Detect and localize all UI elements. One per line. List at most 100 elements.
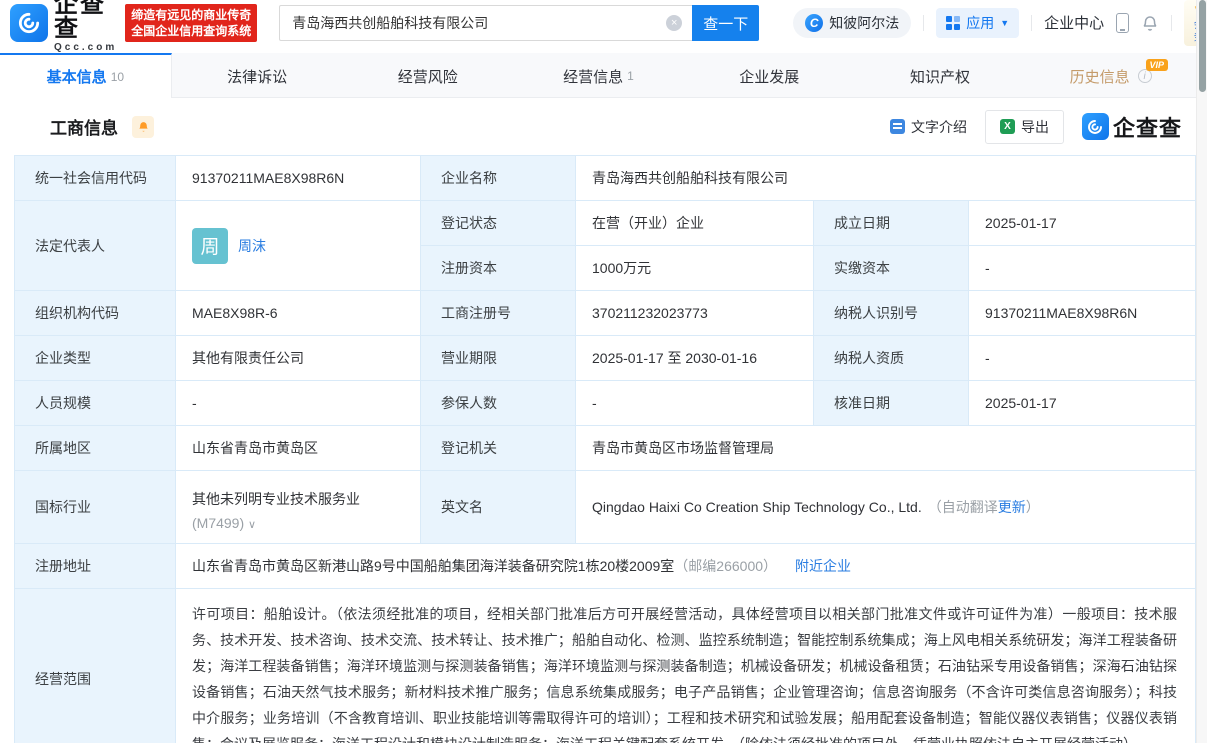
postal-code: （邮编266000） [674, 556, 777, 576]
search-box: × [279, 5, 692, 41]
tab-basic-info[interactable]: 基本信息 10 [0, 53, 172, 98]
address-cell: 山东省青岛市黄岛区新港山路9号中国船舶集团海洋装备研究院1栋20楼2009室 （… [176, 544, 1195, 589]
table-row: 所属地区 山东省青岛市黄岛区 登记机关 青岛市黄岛区市场监督管理局 [15, 426, 1195, 471]
tab-operation-info[interactable]: 经营信息 1 [513, 53, 684, 97]
taxpayer-qualification-value: - [969, 336, 1195, 381]
tab-label: 经营风险 [398, 66, 458, 87]
biz-reg-no-value: 370211232023773 [576, 291, 814, 336]
brand-slogan: 缔造有远见的商业传奇 全国企业信用查询系统 [125, 4, 257, 42]
translate-update-link[interactable]: 更新 [998, 497, 1026, 517]
field-label: 注册资本 [421, 246, 576, 291]
company-type-value: 其他有限责任公司 [176, 336, 421, 381]
section-header: 工商信息 文字介绍 X 导出 企查查 [0, 98, 1196, 155]
tab-count: 10 [111, 70, 124, 84]
field-label: 英文名 [421, 471, 576, 544]
qcc-company-page: 企查查 Qcc.com 缔造有远见的商业传奇 全国企业信用查询系统 × 查一下 … [0, 0, 1196, 743]
insured-count-value: - [576, 381, 814, 426]
establish-date-value: 2025-01-17 [969, 201, 1195, 246]
export-button[interactable]: X 导出 [985, 110, 1064, 144]
qcc-watermark: 企查查 [1082, 111, 1182, 143]
field-label: 法定代表人 [15, 201, 176, 291]
tab-label: 企业发展 [739, 66, 799, 87]
top-right-nav: C 知彼阿尔法 应用 ▼ 企业中心 ♛ SVIP [793, 0, 1207, 45]
english-name-value: Qingdao Haixi Co Creation Ship Technolog… [592, 499, 922, 515]
top-bar: 企查查 Qcc.com 缔造有远见的商业传奇 全国企业信用查询系统 × 查一下 … [0, 0, 1196, 46]
legal-rep-link[interactable]: 周沫 [238, 236, 266, 256]
brand-name: 企查查 [54, 0, 117, 41]
divider [923, 15, 924, 31]
export-label: 导出 [1021, 117, 1049, 137]
table-row: 人员规模 - 参保人数 - 核准日期 2025-01-17 [15, 381, 1195, 426]
org-code-value: MAE8X98R-6 [176, 291, 421, 336]
excel-icon: X [1000, 119, 1015, 134]
field-label: 纳税人资质 [814, 336, 969, 381]
tab-intellectual-property[interactable]: 知识产权 [855, 53, 1026, 97]
mobile-app-icon[interactable] [1116, 13, 1129, 33]
approval-date-value: 2025-01-17 [969, 381, 1195, 426]
table-row: 经营范围 许可项目：船舶设计。（依法须经批准的项目，经相关部门批准后方可开展经营… [15, 589, 1195, 743]
divider [1171, 15, 1172, 31]
english-name-cell: Qingdao Haixi Co Creation Ship Technolog… [576, 471, 1195, 544]
apps-grid-icon [946, 16, 960, 30]
industry-code: (M7499) [192, 515, 244, 531]
tab-label: 基本信息 [47, 66, 107, 87]
table-row: 注册资本 1000万元 实缴资本 - [421, 246, 1195, 291]
business-scope-value: 许可项目：船舶设计。（依法须经批准的项目，经相关部门批准后方可开展经营活动，具体… [176, 589, 1195, 743]
business-info-table: 统一社会信用代码 91370211MAE8X98R6N 企业名称 青岛海西共创船… [14, 155, 1196, 743]
field-label: 企业名称 [421, 156, 576, 201]
industry-value: 其他未列明专业技术服务业 [192, 491, 360, 507]
section-title: 工商信息 [50, 114, 118, 139]
zhibi-alpha-label: 知彼阿尔法 [829, 13, 899, 33]
enterprise-center-link[interactable]: 企业中心 [1044, 12, 1104, 33]
tab-operation-risk[interactable]: 经营风险 [342, 53, 513, 97]
search-group: × 查一下 [279, 5, 759, 41]
tab-legal-litigation[interactable]: 法律诉讼 [172, 53, 343, 97]
field-label: 企业类型 [15, 336, 176, 381]
qcc-logo-icon[interactable] [10, 4, 48, 42]
vip-badge: VIP [1146, 59, 1169, 71]
tab-label: 经营信息 [563, 66, 623, 87]
credit-code-value: 91370211MAE8X98R6N [176, 156, 421, 201]
chevron-down-icon[interactable]: ∨ [248, 519, 256, 531]
field-label: 登记状态 [421, 201, 576, 246]
table-row: 法定代表人 周 周沫 登记状态 在营（开业）企业 成立日期 2025-01-17… [15, 201, 1195, 291]
table-row: 国标行业 其他未列明专业技术服务业 (M7499) ∨ 英文名 Qingdao … [15, 471, 1195, 544]
vertical-scrollbar [1196, 0, 1207, 743]
monitor-bell-icon[interactable] [132, 116, 154, 138]
tab-count: 1 [627, 69, 634, 83]
search-button[interactable]: 查一下 [692, 5, 759, 41]
field-label: 纳税人识别号 [814, 291, 969, 336]
table-row: 登记状态 在营（开业）企业 成立日期 2025-01-17 [421, 201, 1195, 246]
tab-history-info[interactable]: VIP 历史信息 i [1025, 53, 1196, 97]
field-label: 所属地区 [15, 426, 176, 471]
search-input[interactable] [279, 5, 692, 41]
document-icon [890, 119, 905, 134]
apps-label: 应用 [966, 13, 994, 33]
field-label: 经营范围 [15, 589, 176, 743]
company-name-value: 青岛海西共创船舶科技有限公司 [576, 156, 1195, 201]
zhibi-alpha-link[interactable]: C 知彼阿尔法 [793, 8, 911, 38]
tab-label: 法律诉讼 [227, 66, 287, 87]
chevron-down-icon: ▼ [1000, 18, 1009, 28]
field-label: 人员规模 [15, 381, 176, 426]
qcc-logo-text[interactable]: 企查查 Qcc.com [54, 0, 117, 53]
taxpayer-id-value: 91370211MAE8X98R6N [969, 291, 1195, 336]
scrollbar-thumb[interactable] [1199, 0, 1206, 92]
table-row: 注册地址 山东省青岛市黄岛区新港山路9号中国船舶集团海洋装备研究院1栋20楼20… [15, 544, 1195, 589]
field-label: 参保人数 [421, 381, 576, 426]
slogan-line-2: 全国企业信用查询系统 [131, 23, 251, 39]
notification-bell-icon[interactable] [1141, 14, 1159, 32]
tab-company-development[interactable]: 企业发展 [684, 53, 855, 97]
zhibi-alpha-icon: C [805, 14, 823, 32]
nearby-companies-link[interactable]: 附近企业 [795, 556, 851, 576]
nested-rows: 登记状态 在营（开业）企业 成立日期 2025-01-17 注册资本 1000万… [421, 201, 1195, 291]
divider [1031, 15, 1032, 31]
field-label: 登记机关 [421, 426, 576, 471]
legal-rep-avatar[interactable]: 周 [192, 228, 228, 264]
region-value: 山东省青岛市黄岛区 [176, 426, 421, 471]
qcc-spiral-icon [16, 10, 42, 36]
field-label: 实缴资本 [814, 246, 969, 291]
staff-size-value: - [176, 381, 421, 426]
apps-menu[interactable]: 应用 ▼ [936, 8, 1019, 38]
text-intro-button[interactable]: 文字介绍 [890, 117, 967, 137]
